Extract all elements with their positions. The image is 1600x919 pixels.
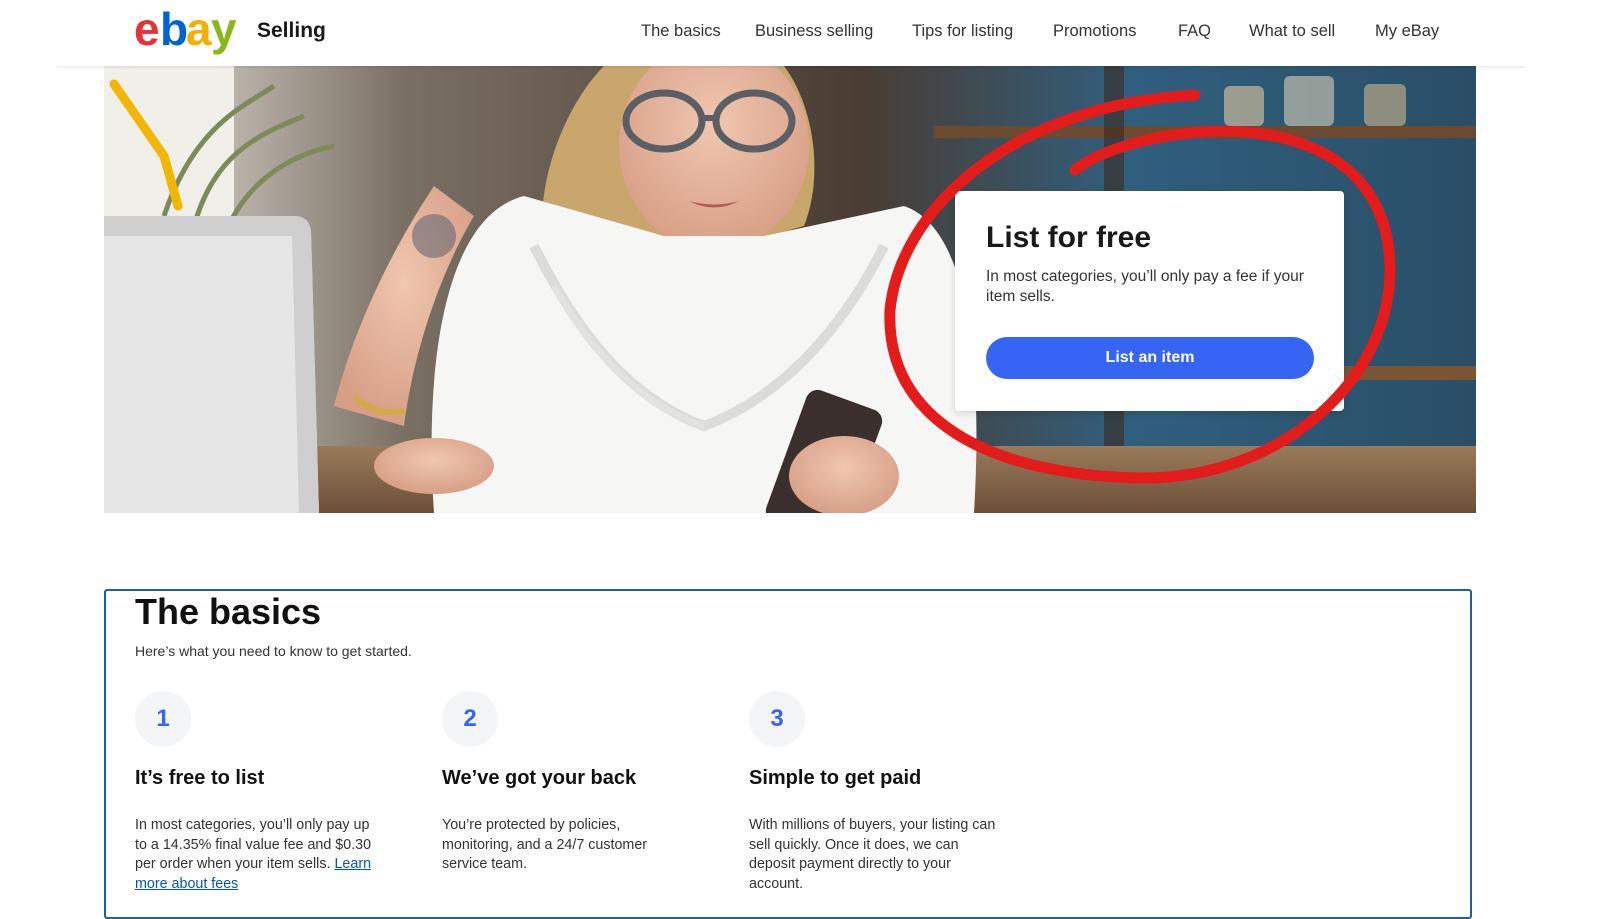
section-subtitle: Here’s what you need to know to get star…: [135, 643, 412, 659]
svg-text:b: b: [160, 5, 187, 55]
svg-text:y: y: [211, 5, 237, 55]
nav-promotions[interactable]: Promotions: [1053, 22, 1136, 41]
ebay-logo-graphic: e b a y: [134, 5, 240, 55]
section-label: Selling: [257, 19, 326, 42]
step-number-badge: 2: [442, 691, 498, 747]
the-basics-section: The basics Here’s what you need to know …: [104, 589, 1472, 919]
list-an-item-button[interactable]: List an item: [986, 337, 1314, 379]
step-free-to-list: 1 It’s free to list In most categories, …: [135, 691, 385, 894]
step-title: We’ve got your back: [442, 767, 637, 789]
step-simple-to-get-paid: 3 Simple to get paid With millions of bu…: [749, 691, 999, 894]
step-title: It’s free to list: [135, 767, 265, 789]
step-number-badge: 1: [135, 691, 191, 747]
nav-tips-for-listing[interactable]: Tips for listing: [912, 22, 1013, 41]
nav-faq[interactable]: FAQ: [1178, 22, 1211, 41]
ebay-logo[interactable]: e b a y: [134, 5, 250, 55]
promo-description: In most categories, you’ll only pay a fe…: [986, 268, 1304, 305]
site-header: e b a y Selling The basics Business sell…: [54, 0, 1528, 66]
list-for-free-card: List for free In most categories, you’ll…: [955, 191, 1344, 411]
step-number-badge: 3: [749, 691, 805, 747]
section-title: The basics: [135, 591, 322, 632]
step-got-your-back: 2 We’ve got your back You’re protected b…: [442, 691, 692, 875]
nav-my-ebay[interactable]: My eBay: [1375, 22, 1439, 41]
step-description: With millions of buyers, your listing ca…: [749, 817, 996, 892]
promo-title: List for free: [986, 221, 1152, 254]
svg-text:a: a: [186, 5, 212, 55]
nav-what-to-sell[interactable]: What to sell: [1249, 22, 1335, 41]
step-title: Simple to get paid: [749, 767, 922, 789]
nav-business-selling[interactable]: Business selling: [755, 22, 873, 41]
svg-text:e: e: [134, 5, 159, 55]
nav-the-basics[interactable]: The basics: [641, 22, 721, 41]
step-description: In most categories, you’ll only pay up t…: [135, 816, 385, 894]
step-description: You’re protected by policies, monitoring…: [442, 817, 648, 872]
hero-banner: List for free In most categories, you’ll…: [104, 66, 1476, 513]
